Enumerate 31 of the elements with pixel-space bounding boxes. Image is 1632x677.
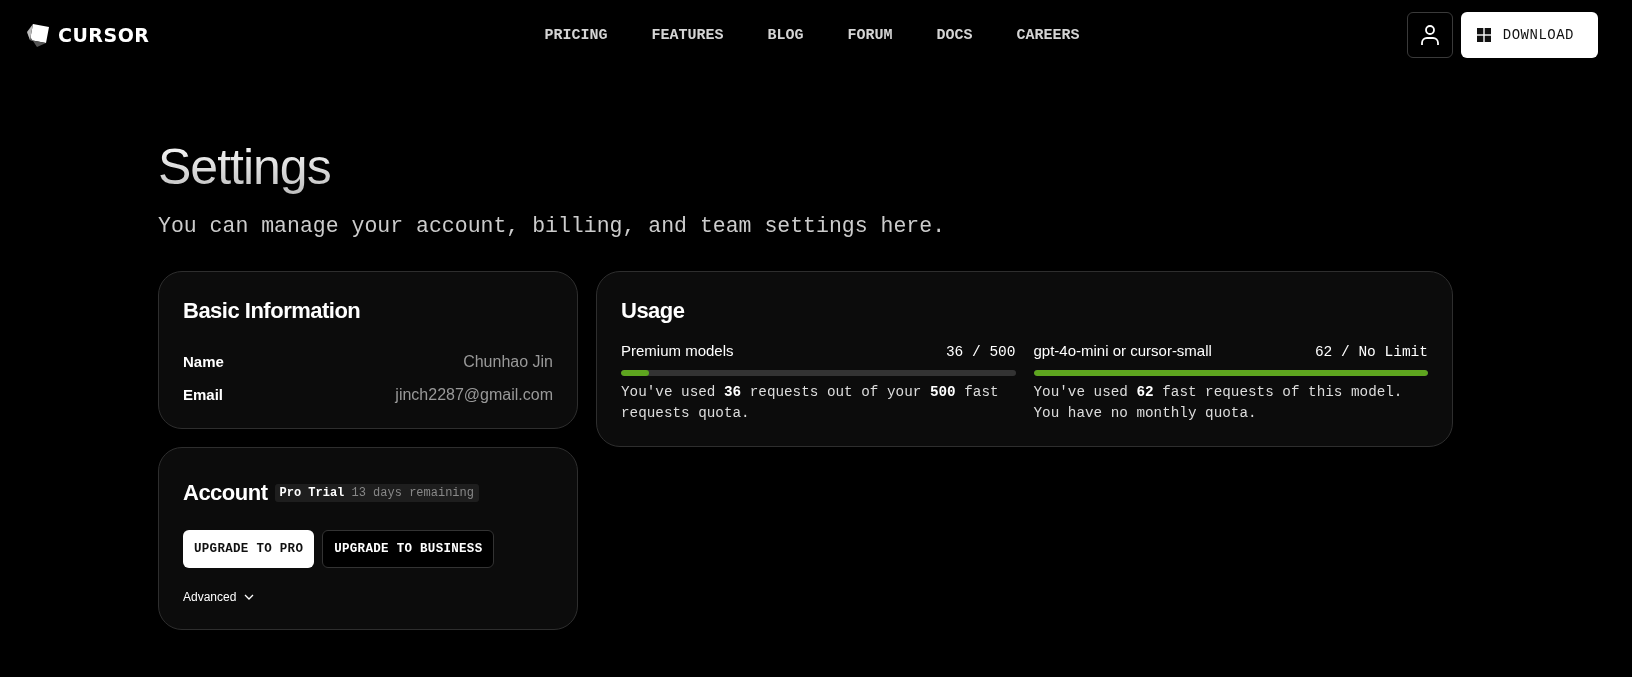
- field-value: Chunhao Jin: [463, 353, 553, 371]
- download-button[interactable]: DOWNLOAD: [1460, 12, 1598, 58]
- field-label: Email: [183, 386, 224, 404]
- chevron-down-icon: [244, 594, 255, 600]
- meter-reading: 36 / 500: [945, 344, 1016, 360]
- plan-badge: Pro Trial 13 days remaining: [274, 484, 479, 502]
- card-title: Account: [183, 480, 268, 506]
- cube-logo-icon: [26, 23, 50, 47]
- field-value: jinch2287@gmail.com: [395, 386, 553, 404]
- logo-text: CURSOR: [58, 24, 150, 46]
- card-title: Usage: [621, 298, 686, 324]
- nav-link[interactable]: FEATURES: [651, 26, 724, 44]
- meter-name: gpt-4o-mini or cursor-small: [1033, 342, 1212, 359]
- usage-description: You've used 36 requests out of your 500 fast requests quota.: [621, 383, 1000, 423]
- upgrade-pro-button[interactable]: UPGRADE TO PRO: [183, 530, 315, 568]
- nav-link[interactable]: BLOG: [767, 26, 804, 44]
- nav-link[interactable]: PRICING: [544, 26, 608, 44]
- card-title: Basic Information: [183, 298, 362, 324]
- nav-link[interactable]: DOCS: [936, 26, 973, 44]
- usage-description: You've used 62 fast requests of this model. You have no monthly quota.: [1033, 383, 1404, 423]
- page-subtitle: You can manage your account, billing, and team settings here.: [158, 214, 947, 238]
- account-button[interactable]: [1406, 12, 1453, 58]
- meter-reading: 62 / No Limit: [1314, 344, 1428, 360]
- meter-name: Premium models: [621, 342, 734, 359]
- nav-link[interactable]: CAREERS: [1016, 26, 1080, 44]
- upgrade-business-button[interactable]: UPGRADE TO BUSINESS: [322, 530, 495, 568]
- field-label: Name: [183, 353, 224, 371]
- windows-icon: [1476, 28, 1491, 42]
- user-icon: [1419, 24, 1440, 46]
- nav-link[interactable]: FORUM: [847, 26, 893, 44]
- advanced-toggle[interactable]: Advanced: [183, 590, 255, 604]
